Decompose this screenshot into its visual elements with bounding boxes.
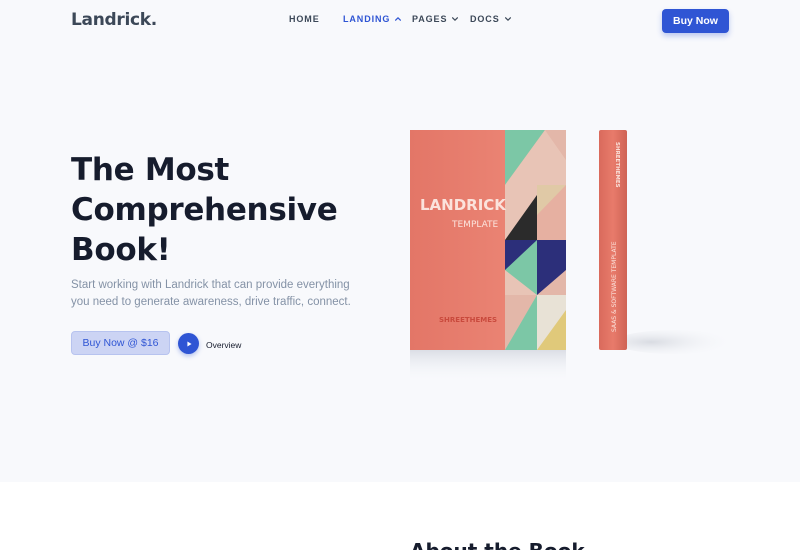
logo[interactable]: Landrick.	[71, 10, 157, 30]
nav-item-landing[interactable]: LANDING	[343, 14, 402, 24]
book-title: LANDRICK	[420, 196, 507, 214]
buy-now-button[interactable]: Buy Now	[662, 9, 729, 33]
about-title: About the Book	[410, 539, 585, 550]
chevron-down-icon	[504, 15, 512, 23]
about-section	[0, 482, 800, 550]
nav-item-label: HOME	[289, 14, 320, 24]
nav-item-pages[interactable]: PAGES	[412, 14, 459, 24]
nav-item-label: PAGES	[412, 14, 448, 24]
overview-link[interactable]: Overview	[206, 340, 241, 350]
hero-title: The Most Comprehensive Book!	[71, 152, 338, 268]
nav-item-docs[interactable]: DOCS	[470, 14, 512, 24]
spine-title: SAAS & SOFTWARE TEMPLATE	[611, 241, 618, 332]
play-video-button[interactable]	[178, 333, 199, 354]
book-subtitle: TEMPLATE	[451, 220, 499, 230]
nav-item-label: DOCS	[470, 14, 500, 24]
book-illustration: LANDRICK TEMPLATE SHREETHEMES SHREETHEME…	[390, 120, 740, 390]
chevron-down-icon	[451, 15, 459, 23]
chevron-up-icon	[394, 15, 402, 23]
play-icon	[185, 340, 193, 348]
spine-publisher: SHREETHEMES	[614, 142, 620, 188]
buy-book-button[interactable]: Buy Now @ $16	[71, 331, 170, 355]
nav-item-home[interactable]: HOME	[289, 14, 320, 24]
book-publisher: SHREETHEMES	[439, 316, 497, 324]
hero-description: Start working with Landrick that can pro…	[71, 279, 351, 308]
nav-item-label: LANDING	[343, 14, 391, 24]
